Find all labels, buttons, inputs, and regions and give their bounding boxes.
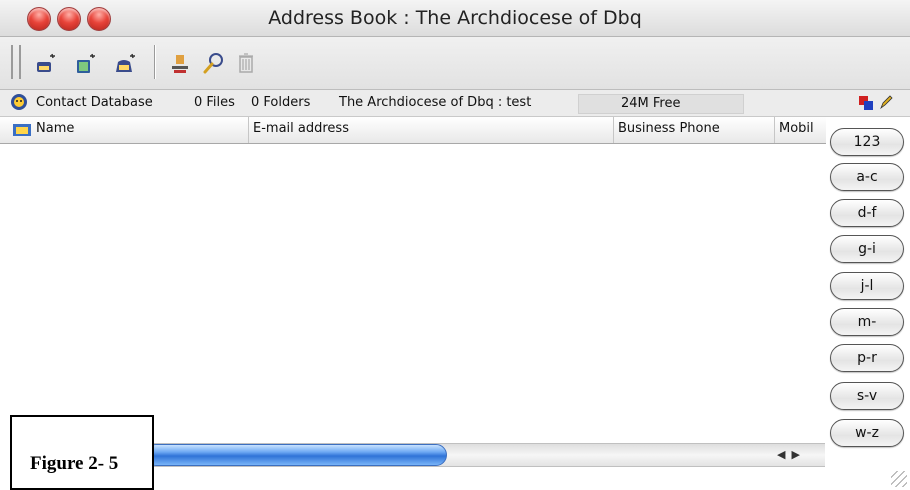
scroll-thumb[interactable] <box>145 444 447 466</box>
database-label: Contact Database <box>36 95 153 110</box>
user-button[interactable] <box>166 49 194 77</box>
database-icon <box>11 94 27 110</box>
trash-icon <box>239 53 253 73</box>
windows-icon[interactable] <box>858 95 874 111</box>
user-icon <box>172 55 188 73</box>
free-space: 24M Free <box>621 96 681 111</box>
database-path: The Archdiocese of Dbq : test <box>339 95 532 110</box>
column-headers: Name E-mail address Business Phone Mobil <box>0 117 826 144</box>
figure-caption-box: Figure 2- 5 <box>10 415 154 490</box>
resize-grip-icon[interactable] <box>891 471 907 487</box>
column-header-email[interactable]: E-mail address <box>249 117 614 143</box>
title-bar: Address Book : The Archdiocese of Dbq <box>0 0 910 37</box>
address-book-window: Address Book : The Archdiocese of Dbq Co… <box>0 0 910 490</box>
index-button-j-l[interactable]: j-l <box>830 272 904 300</box>
toolbar-separator <box>154 45 156 79</box>
folder-icon <box>13 124 31 136</box>
files-count: 0 Files <box>194 95 235 110</box>
search-button[interactable] <box>200 49 228 77</box>
figure-caption: Figure 2- 5 <box>30 453 119 474</box>
new-contact-button[interactable] <box>32 49 60 77</box>
index-button-m[interactable]: m- <box>830 308 904 336</box>
index-button-g-i[interactable]: g-i <box>830 235 904 263</box>
column-header-mobile[interactable]: Mobil <box>775 117 826 143</box>
pencil-icon[interactable] <box>878 94 894 110</box>
index-button-d-f[interactable]: d-f <box>830 199 904 227</box>
new-list-button[interactable] <box>112 49 140 77</box>
toolbar-grip[interactable] <box>11 45 21 79</box>
scroll-arrows: ◀ ▶ <box>777 445 823 463</box>
folders-count: 0 Folders <box>251 95 311 110</box>
toolbar <box>0 37 910 90</box>
column-header-business-phone[interactable]: Business Phone <box>614 117 775 143</box>
contact-list[interactable] <box>0 144 820 440</box>
new-list-icon <box>116 53 135 72</box>
index-button-a-c[interactable]: a-c <box>830 163 904 191</box>
horizontal-scrollbar[interactable]: ◀ ▶ <box>135 443 825 467</box>
column-header-name[interactable]: Name <box>32 117 249 143</box>
status-row: Contact Database 0 Files 0 Folders The A… <box>0 90 910 117</box>
new-contact-icon <box>37 53 55 72</box>
scroll-right-arrow-icon[interactable]: ▶ <box>791 448 799 461</box>
index-button-w-z[interactable]: w-z <box>830 419 904 447</box>
trash-button[interactable] <box>232 49 260 77</box>
search-icon <box>203 53 223 74</box>
new-group-button[interactable] <box>72 49 100 77</box>
new-group-icon <box>77 53 95 73</box>
free-space-box: 24M Free <box>578 94 744 114</box>
index-button-p-r[interactable]: p-r <box>830 344 904 372</box>
scroll-left-arrow-icon[interactable]: ◀ <box>777 448 785 461</box>
index-button-s-v[interactable]: s-v <box>830 382 904 410</box>
window-title: Address Book : The Archdiocese of Dbq <box>268 7 642 29</box>
index-button-123[interactable]: 123 <box>830 128 904 156</box>
